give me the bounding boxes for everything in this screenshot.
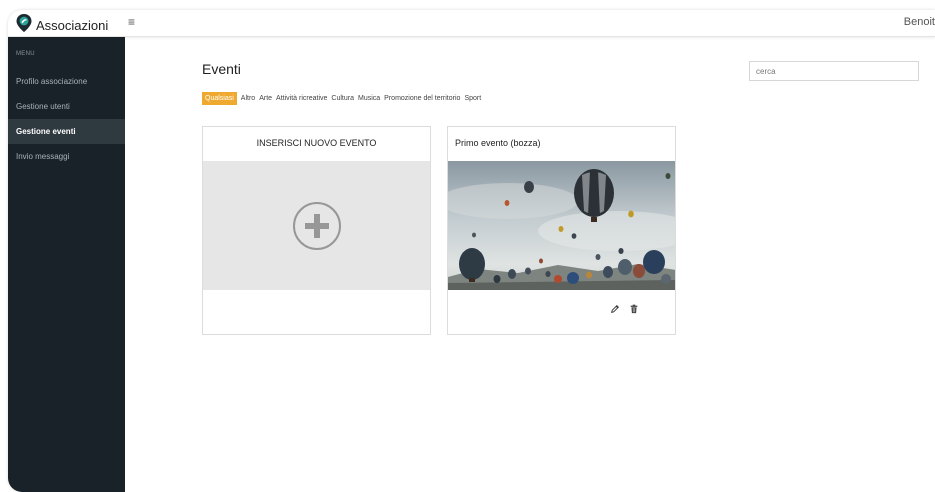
filter-arte[interactable]: Arte [259, 92, 272, 105]
new-event-card-title: INSERISCI NUOVO EVENTO [256, 138, 377, 148]
sidebar-item-gestione-utenti[interactable]: Gestione utenti [8, 94, 125, 119]
map-pin-logo-icon [16, 14, 32, 37]
sidebar: MENU Profilo associazione Gestione utent… [8, 37, 125, 492]
user-name[interactable]: Benoit [904, 16, 935, 28]
sidebar-menu: Profilo associazione Gestione utenti Ges… [8, 69, 125, 169]
filter-attivita-ricreative[interactable]: Attività ricreative [276, 92, 327, 105]
filter-promozione-del-territorio[interactable]: Promozione del territorio [384, 92, 460, 105]
app-logo[interactable]: Associazioni [16, 14, 108, 37]
event-card-actions [448, 303, 675, 323]
event-card-title: Primo evento (bozza) [455, 138, 541, 148]
filter-cultura[interactable]: Cultura [331, 92, 354, 105]
edit-pencil-icon[interactable] [609, 303, 621, 315]
app-window: Associazioni ≡ Benoit MENU Profilo assoc… [8, 10, 935, 492]
new-event-placeholder[interactable] [203, 161, 430, 290]
event-card[interactable]: Primo evento (bozza) [447, 126, 676, 335]
top-bar: Associazioni ≡ Benoit [8, 10, 935, 37]
sidebar-item-profilo-associazione[interactable]: Profilo associazione [8, 69, 125, 94]
category-filters: Qualsiasi Altro Arte Attività ricreative… [202, 92, 485, 105]
hamburger-menu-icon[interactable]: ≡ [128, 15, 135, 29]
app-name: Associazioni [36, 18, 109, 33]
sidebar-item-invio-messaggi[interactable]: Invio messaggi [8, 144, 125, 169]
plus-circle-icon[interactable] [292, 201, 341, 250]
sidebar-item-gestione-eventi[interactable]: Gestione eventi [8, 119, 125, 144]
sidebar-header: MENU [16, 51, 35, 57]
search-input[interactable] [749, 61, 919, 81]
filter-sport[interactable]: Sport [464, 92, 481, 105]
page-title: Eventi [202, 61, 241, 77]
filter-musica[interactable]: Musica [358, 92, 380, 105]
filter-qualsiasi[interactable]: Qualsiasi [202, 92, 237, 105]
trash-icon[interactable] [628, 303, 640, 315]
new-event-card[interactable]: INSERISCI NUOVO EVENTO [202, 126, 431, 335]
event-image [448, 161, 675, 290]
main-content: Eventi Qualsiasi Altro Arte Attività ric… [125, 37, 935, 492]
filter-altro[interactable]: Altro [241, 92, 255, 105]
